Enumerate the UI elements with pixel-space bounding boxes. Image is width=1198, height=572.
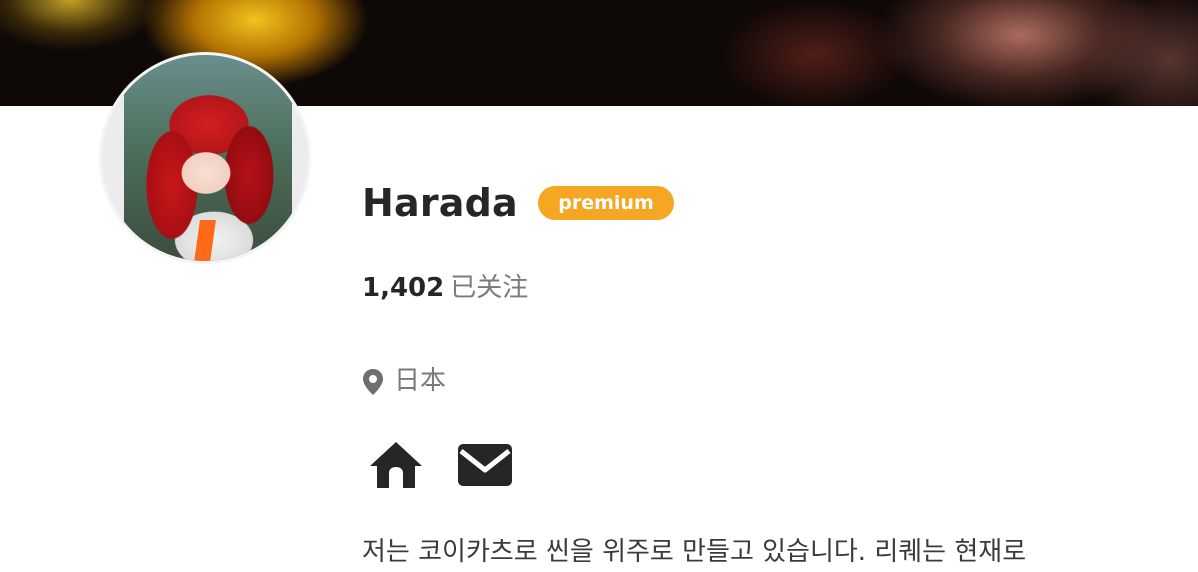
- premium-badge: premium: [538, 186, 674, 220]
- profile-name: Harada: [362, 181, 518, 225]
- location-text: 日本: [394, 366, 447, 396]
- following-count: 1,402: [362, 273, 445, 303]
- following-label: 已关注: [450, 273, 529, 303]
- avatar[interactable]: [99, 52, 311, 264]
- home-icon[interactable]: [370, 442, 422, 488]
- map-pin-icon: [363, 369, 383, 395]
- mail-icon[interactable]: [456, 442, 514, 488]
- following-stat[interactable]: 1,402 已关注: [362, 270, 528, 306]
- profile-bio: 저는 코이카츠로 씬을 위주로 만들고 있습니다. 리퀘는 현재로: [362, 537, 1027, 567]
